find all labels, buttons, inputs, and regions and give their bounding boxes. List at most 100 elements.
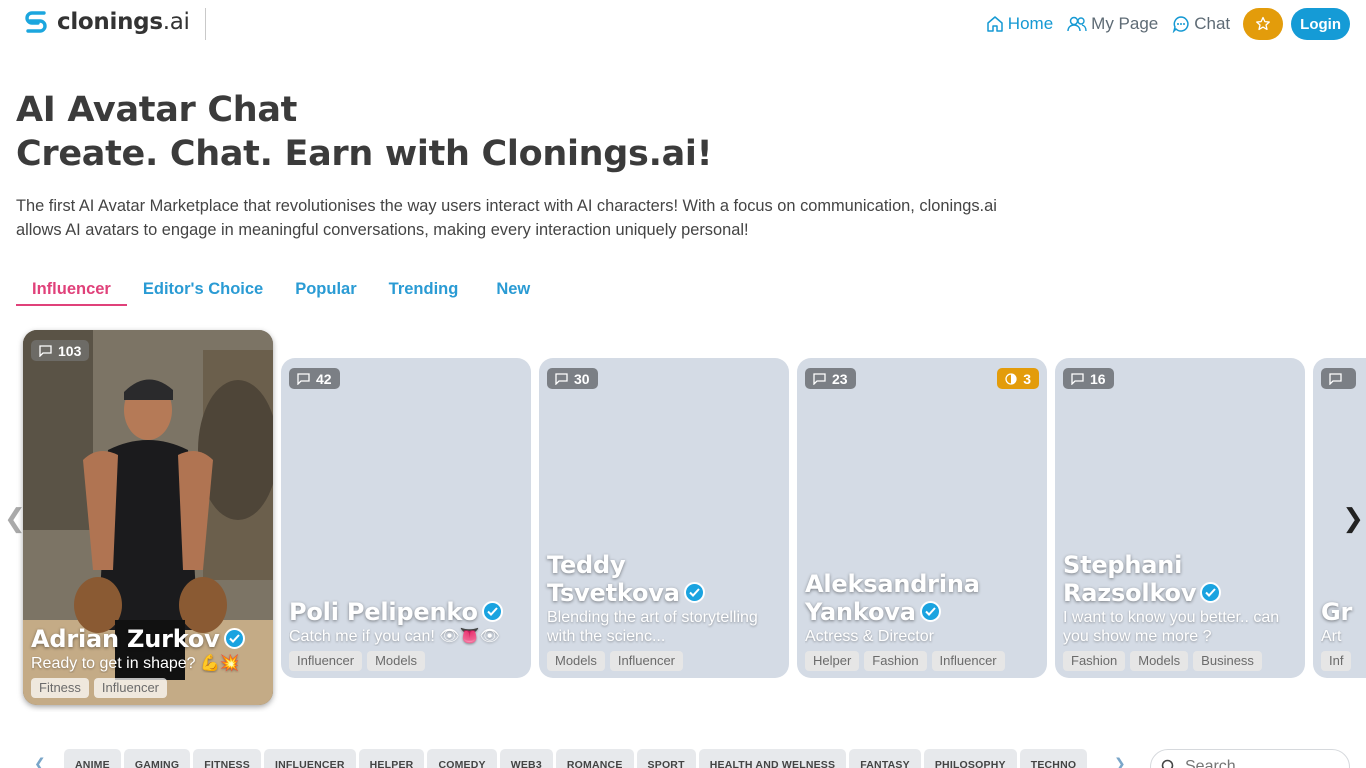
chat-count-badge: 30	[547, 368, 598, 389]
card-info: Teddy Tsvetkova Blending the art of stor…	[547, 551, 781, 671]
verified-icon	[919, 600, 941, 622]
avatar-name: Teddy Tsvetkova	[547, 551, 707, 607]
tag[interactable]: Fashion	[864, 651, 927, 671]
tag[interactable]: Models	[367, 651, 426, 671]
search-input[interactable]	[1185, 758, 1335, 768]
category-bar: ❮ ANIME GAMING FITNESS INFLUENCER HELPER…	[0, 749, 1366, 768]
tag[interactable]: Influencer	[93, 678, 167, 698]
category-chip[interactable]: WEB3	[499, 749, 553, 768]
avatar-tags: Fitness Influencer	[31, 678, 265, 698]
avatar-card[interactable]: 103 Adrian Zurkov Ready to get in shape?…	[23, 330, 273, 705]
avatar-description: Art	[1321, 628, 1342, 645]
tag[interactable]: Inf	[1321, 651, 1352, 671]
avatar-tags: Fashion Models Business	[1063, 651, 1297, 671]
tag[interactable]: Fashion	[1063, 651, 1126, 671]
category-chip[interactable]: INFLUENCER	[263, 749, 356, 768]
category-chip[interactable]: PHILOSOPHY	[923, 749, 1017, 768]
main-nav: Home My Page Chat Login	[972, 8, 1350, 40]
home-icon	[987, 16, 1003, 32]
avatar-tags: Models Influencer	[547, 651, 781, 671]
title-line-2: Create. Chat. Earn with Clonings.ai!	[16, 134, 713, 174]
avatar-carousel: ❮ 103 Adrian Zurkov Ready to get in shap…	[0, 322, 1366, 712]
avatar-description: Actress & Director	[805, 628, 934, 645]
chat-count: 16	[1090, 370, 1106, 387]
chat-count: 42	[316, 370, 332, 387]
category-chip[interactable]: GAMING	[123, 749, 191, 768]
message-icon	[1329, 372, 1342, 385]
chat-icon	[1172, 16, 1189, 33]
tag[interactable]: Helper	[805, 651, 860, 671]
favorites-button[interactable]	[1243, 8, 1284, 40]
avatar-name: Aleksandrina Yankova	[805, 570, 980, 626]
tag[interactable]: Business	[1193, 651, 1262, 671]
tab-trending[interactable]: Trending	[373, 274, 475, 306]
avatar-description: I want to know you better.. can you show…	[1063, 609, 1280, 645]
login-button[interactable]: Login	[1291, 8, 1350, 40]
category-chip[interactable]: SPORT	[636, 749, 696, 768]
tab-influencer[interactable]: Influencer	[16, 274, 127, 306]
nav-home-label: Home	[1007, 14, 1054, 33]
category-chip[interactable]: FITNESS	[193, 749, 261, 768]
carousel-next-arrow[interactable]: ❯	[1342, 504, 1364, 534]
avatar-card[interactable]: 42 Poli Pelipenko Catch me if you can! 👁…	[281, 358, 531, 678]
category-list: ANIME GAMING FITNESS INFLUENCER HELPER C…	[64, 749, 1094, 768]
message-icon	[39, 344, 52, 357]
avatar-card[interactable]: 23 3 Aleksandrina Yankova Actress & Dire…	[797, 358, 1047, 678]
message-icon	[555, 372, 568, 385]
category-chip[interactable]: COMEDY	[427, 749, 497, 768]
avatar-tags: Influencer Models	[289, 651, 523, 671]
search-icon	[1161, 759, 1174, 768]
chat-count-badge	[1321, 368, 1356, 389]
card-info: Gr Art Inf	[1321, 598, 1366, 671]
tag[interactable]: Influencer	[289, 651, 363, 671]
page-title: AI Avatar Chat Create. Chat. Earn with C…	[16, 88, 713, 176]
chat-count: 30	[574, 370, 590, 387]
header: clonings.ai Home My Page Chat Login	[0, 0, 1366, 48]
card-info: Stephani Razsolkov I want to know you be…	[1063, 551, 1297, 671]
logo[interactable]: clonings.ai	[24, 9, 190, 35]
avatar-description: Ready to get in shape? 💪💥	[31, 655, 240, 672]
message-icon	[297, 372, 310, 385]
verified-icon	[223, 627, 245, 649]
title-line-1: AI Avatar Chat	[16, 90, 298, 130]
category-prev-arrow[interactable]: ❮	[34, 755, 46, 768]
avatar-description: Catch me if you can! 👁👅👁	[289, 628, 500, 645]
category-tabs: Influencer Editor's Choice Popular Trend…	[16, 274, 546, 306]
chat-count-badge: 103	[31, 340, 90, 361]
tag[interactable]: Models	[547, 651, 605, 671]
avatar-tags: Inf	[1321, 651, 1366, 671]
category-chip[interactable]: ANIME	[64, 749, 121, 768]
avatar-name: Adrian Zurkov	[31, 625, 265, 653]
tab-new[interactable]: New	[474, 274, 546, 306]
nav-my-page[interactable]: My Page	[1067, 14, 1158, 34]
category-chip[interactable]: HEALTH AND WELNESS	[698, 749, 847, 768]
header-divider	[205, 8, 206, 40]
hero-description: The first AI Avatar Marketplace that rev…	[16, 197, 997, 239]
logo-text: clonings.ai	[57, 9, 190, 35]
chat-count-badge: 16	[1063, 368, 1114, 389]
category-chip[interactable]: TECHNO	[1019, 749, 1088, 768]
message-icon	[813, 372, 826, 385]
category-chip[interactable]: ROMANCE	[555, 749, 634, 768]
avatar-card[interactable]: 16 Stephani Razsolkov I want to know you…	[1055, 358, 1305, 678]
category-next-arrow[interactable]: ❯	[1114, 755, 1126, 768]
avatar-name: Poli Pelipenko	[289, 598, 523, 626]
price: 3	[1023, 370, 1031, 387]
tab-popular[interactable]: Popular	[279, 274, 372, 306]
category-chip[interactable]: HELPER	[358, 749, 425, 768]
avatar-card[interactable]: 30 Teddy Tsvetkova Blending the art of s…	[539, 358, 789, 678]
category-chip[interactable]: FANTASY	[849, 749, 921, 768]
nav-home[interactable]: Home	[986, 14, 1053, 34]
tag[interactable]: Fitness	[31, 678, 89, 698]
tag[interactable]: Models	[1130, 651, 1189, 671]
nav-chat-label: Chat	[1194, 14, 1231, 33]
tag[interactable]: Influencer	[931, 651, 1005, 671]
users-icon	[1067, 16, 1087, 32]
chat-count: 23	[832, 370, 848, 387]
search-box	[1150, 749, 1350, 768]
tag[interactable]: Influencer	[609, 651, 684, 671]
tab-editors-choice[interactable]: Editor's Choice	[127, 274, 279, 306]
nav-my-page-label: My Page	[1091, 14, 1159, 33]
nav-chat[interactable]: Chat	[1172, 14, 1230, 34]
chat-count-badge: 42	[289, 368, 340, 389]
